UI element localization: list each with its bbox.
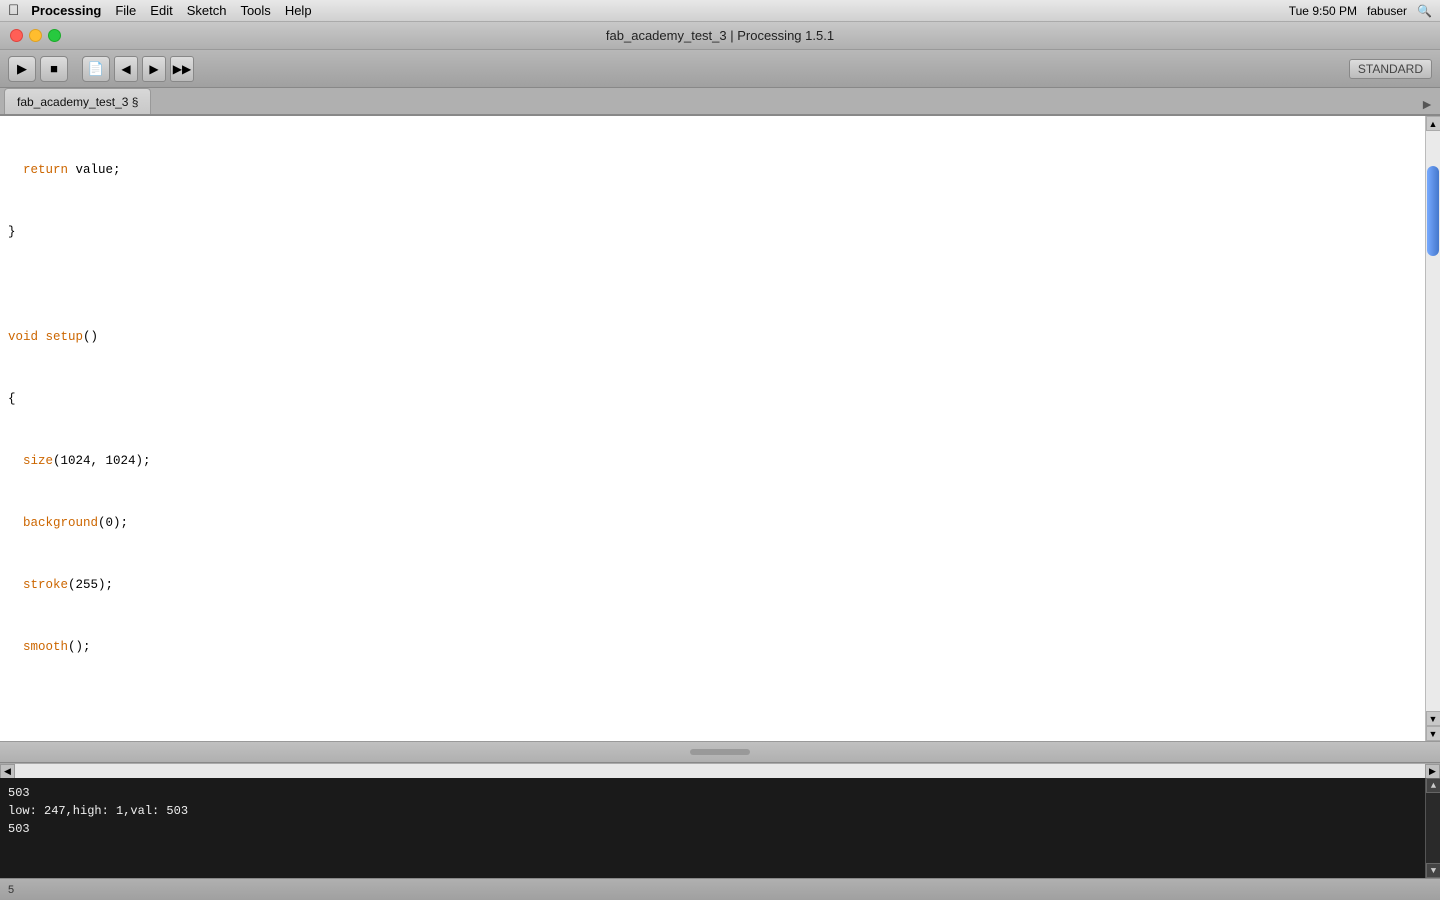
scroll-track-h — [15, 764, 1425, 779]
code-line: } — [0, 221, 1425, 244]
bottom-divider — [0, 741, 1440, 763]
console-scroll-up[interactable]: ▲ — [1426, 778, 1440, 793]
prev-icon: ◀ — [121, 62, 130, 76]
tab-bar: fab_academy_test_3 § ► — [0, 88, 1440, 116]
minimize-button[interactable] — [29, 29, 42, 42]
tab-label: fab_academy_test_3 § — [17, 95, 138, 109]
prev-button[interactable]: ◀ — [114, 56, 138, 82]
code-editor[interactable]: return value; } void setup() { size(1024… — [0, 116, 1425, 741]
code-line: background(0); — [0, 512, 1425, 535]
stop-icon: ■ — [50, 61, 58, 76]
maximize-button[interactable] — [48, 29, 61, 42]
divider-handle[interactable] — [690, 749, 750, 755]
status-bar: 5 — [0, 878, 1440, 900]
code-line — [0, 283, 1425, 287]
toolbar: ▶ ■ 📄 ◀ ▶ ▶▶ STANDARD — [0, 50, 1440, 88]
mode-label: STANDARD — [1349, 59, 1432, 79]
console-line-1: 503 — [8, 784, 1432, 802]
apple-menu[interactable]:  — [8, 2, 19, 19]
scroll-track-v — [1426, 131, 1440, 711]
code-line: void setup() — [0, 326, 1425, 349]
export-icon: ▶▶ — [173, 62, 191, 76]
run-icon: ▶ — [17, 61, 27, 77]
menu-processing[interactable]: Processing — [31, 3, 101, 18]
menu-tools[interactable]: Tools — [240, 3, 270, 18]
console-output: 503 low: 247,high: 1,val: 503 503 ▲ ▼ — [0, 778, 1440, 878]
next-icon: ▶ — [149, 62, 158, 76]
code-line: stroke(255); — [0, 574, 1425, 597]
time-display: Tue 9:50 PM — [1289, 4, 1357, 18]
export-button[interactable]: ▶▶ — [170, 56, 194, 82]
scroll-thumb-v[interactable] — [1427, 166, 1439, 256]
menu-edit[interactable]: Edit — [150, 3, 172, 18]
close-button[interactable] — [10, 29, 23, 42]
status-text: 5 — [8, 884, 14, 896]
scroll-bottom-corner: ▼ — [1426, 726, 1440, 741]
stop-button[interactable]: ■ — [40, 56, 68, 82]
tab-arrow[interactable]: ► — [1420, 96, 1434, 114]
menu-help[interactable]: Help — [285, 3, 312, 18]
menu-sketch[interactable]: Sketch — [187, 3, 227, 18]
scroll-up-arrow[interactable]: ▲ — [1426, 116, 1440, 131]
console-scroll-down[interactable]: ▼ — [1426, 863, 1440, 878]
scroll-left-arrow[interactable]: ◀ — [0, 764, 15, 779]
code-line: { — [0, 388, 1425, 411]
code-line: size(1024, 1024); — [0, 450, 1425, 473]
user-display: fabuser — [1367, 4, 1407, 18]
console-scrollbar[interactable]: ▲ ▼ — [1425, 778, 1440, 878]
vertical-scrollbar[interactable]: ▲ ▼ ▼ — [1425, 116, 1440, 741]
next-button[interactable]: ▶ — [142, 56, 166, 82]
new-icon: 📄 — [88, 61, 104, 77]
code-line — [0, 699, 1425, 703]
console-scroll-track — [1426, 793, 1440, 863]
scroll-down-arrow[interactable]: ▼ — [1426, 711, 1440, 726]
editor-area: return value; } void setup() { size(1024… — [0, 116, 1440, 741]
menu-file[interactable]: File — [115, 3, 136, 18]
code-line: return value; — [0, 159, 1425, 182]
new-button[interactable]: 📄 — [82, 56, 110, 82]
scroll-right-arrow[interactable]: ▶ — [1425, 764, 1440, 779]
code-line: smooth(); — [0, 636, 1425, 659]
console-line-3: 503 — [8, 820, 1432, 838]
search-icon[interactable]: 🔍 — [1417, 4, 1432, 18]
horizontal-scrollbar[interactable]: ◀ ▶ — [0, 763, 1440, 778]
tab-main[interactable]: fab_academy_test_3 § — [4, 88, 151, 114]
menubar-right: Tue 9:50 PM fabuser 🔍 — [1289, 4, 1432, 18]
run-button[interactable]: ▶ — [8, 56, 36, 82]
menu-bar:  Processing File Edit Sketch Tools Help… — [0, 0, 1440, 22]
window-controls — [10, 29, 61, 42]
title-bar: fab_academy_test_3 | Processing 1.5.1 — [0, 22, 1440, 50]
window-title: fab_academy_test_3 | Processing 1.5.1 — [606, 28, 834, 43]
console-line-2: low: 247,high: 1,val: 503 — [8, 802, 1432, 820]
